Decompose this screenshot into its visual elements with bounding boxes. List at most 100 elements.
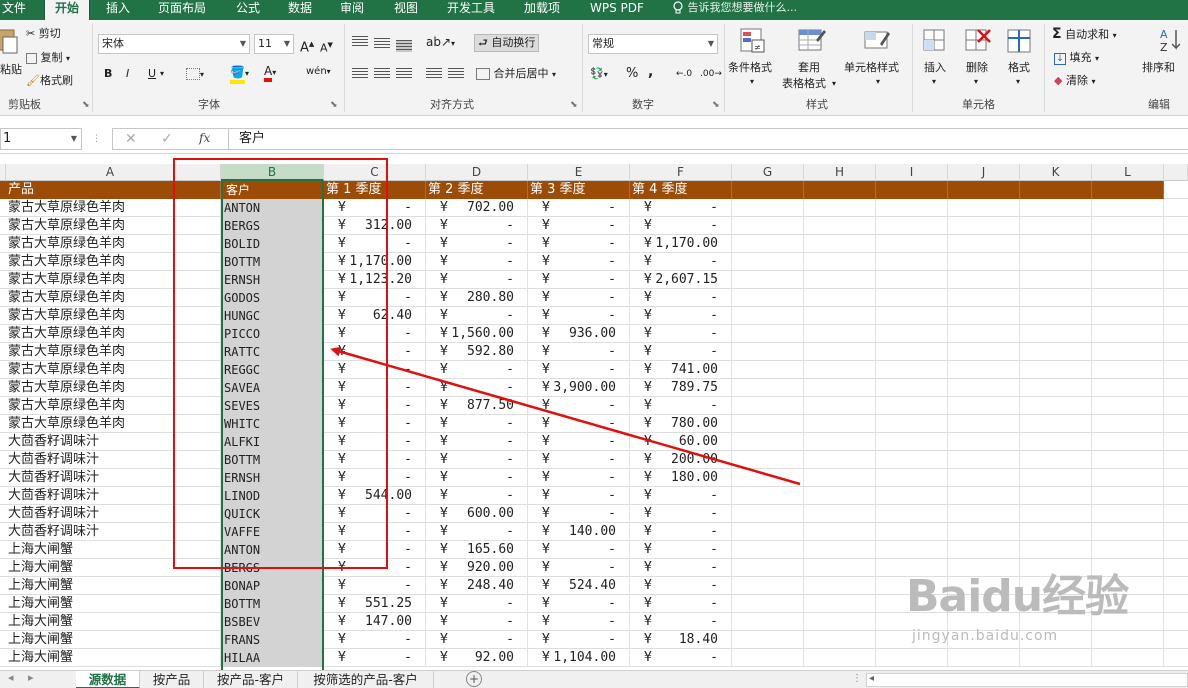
- empty-cell[interactable]: [1092, 217, 1164, 235]
- empty-cell[interactable]: [1020, 487, 1092, 505]
- cell-q4[interactable]: ¥ -: [630, 343, 732, 361]
- cell-q3[interactable]: ¥ -: [528, 541, 630, 559]
- cell-q2[interactable]: ¥ -: [426, 361, 528, 379]
- format-cells-icon[interactable]: [1004, 26, 1034, 56]
- font-name-select[interactable]: 宋体 ▼: [98, 34, 250, 54]
- empty-cell[interactable]: [732, 325, 804, 343]
- empty-cell[interactable]: [876, 199, 948, 217]
- empty-cell[interactable]: [876, 361, 948, 379]
- italic-button[interactable]: I: [126, 66, 129, 82]
- cell-customer[interactable]: REGGC: [221, 361, 324, 379]
- tab-formulas[interactable]: 公式: [236, 0, 266, 20]
- empty-cell[interactable]: [804, 217, 876, 235]
- empty-cell[interactable]: [1020, 199, 1092, 217]
- cell-q2[interactable]: ¥702.00: [426, 199, 528, 217]
- cell-q2[interactable]: ¥ -: [426, 469, 528, 487]
- wrap-text-button[interactable]: ⮐ 自动换行: [474, 34, 540, 52]
- tab-data[interactable]: 数据: [288, 0, 318, 20]
- align-right-icon[interactable]: [396, 68, 412, 80]
- grow-font-button[interactable]: A▲: [300, 36, 314, 56]
- empty-cell[interactable]: [1020, 433, 1092, 451]
- name-box[interactable]: 1 ▼: [0, 128, 82, 150]
- number-format-select[interactable]: 常规 ▼: [588, 34, 718, 54]
- cell-q3[interactable]: ¥ -: [528, 307, 630, 325]
- cell-customer[interactable]: BOTTM: [221, 595, 324, 613]
- cell-q3[interactable]: ¥3,900.00: [528, 379, 630, 397]
- underline-dropdown[interactable]: ▾: [160, 66, 164, 82]
- sheet-tab[interactable]: 按产品: [140, 671, 204, 688]
- empty-cell[interactable]: [948, 253, 1020, 271]
- empty-cell[interactable]: [732, 235, 804, 253]
- cell-product[interactable]: 蒙古大草原绿色羊肉: [0, 217, 221, 235]
- cell-q4[interactable]: ¥18.40: [630, 631, 732, 649]
- empty-cell[interactable]: [948, 577, 1020, 595]
- cell-q4[interactable]: ¥60.00: [630, 433, 732, 451]
- empty-cell[interactable]: [876, 577, 948, 595]
- column-header-a[interactable]: A: [0, 164, 221, 181]
- empty-cell[interactable]: [1020, 505, 1092, 523]
- cell-q1[interactable]: ¥ -: [324, 505, 426, 523]
- empty-cell[interactable]: [804, 343, 876, 361]
- cell-q2[interactable]: ¥ -: [426, 487, 528, 505]
- spreadsheet-grid[interactable]: ABCDEFGHIJKL 产品 客户第 1 季度 第 2 季度 第 3 季度 第 4 季…: [0, 164, 1188, 670]
- delete-cells-icon[interactable]: [962, 26, 992, 56]
- empty-cell[interactable]: [948, 541, 1020, 559]
- cell-product[interactable]: 大茴香籽调味汁: [0, 523, 221, 541]
- empty-cell[interactable]: [804, 541, 876, 559]
- cell-q1[interactable]: ¥ -: [324, 631, 426, 649]
- cell-q1[interactable]: ¥ -: [324, 235, 426, 253]
- cell-q4[interactable]: ¥ -: [630, 577, 732, 595]
- empty-cell[interactable]: [732, 505, 804, 523]
- cell-customer[interactable]: BERGS: [221, 217, 324, 235]
- empty-cell[interactable]: [948, 289, 1020, 307]
- cell-q3[interactable]: ¥ -: [528, 199, 630, 217]
- cell-q2[interactable]: ¥877.50: [426, 397, 528, 415]
- cell-customer[interactable]: BOTTM: [221, 451, 324, 469]
- empty-cell[interactable]: [1020, 613, 1092, 631]
- empty-cell[interactable]: [1092, 325, 1164, 343]
- empty-cell[interactable]: [1092, 559, 1164, 577]
- cell-customer[interactable]: BSBEV: [221, 613, 324, 631]
- empty-cell[interactable]: [1092, 379, 1164, 397]
- cell-product[interactable]: 蒙古大草原绿色羊肉: [0, 379, 221, 397]
- empty-cell[interactable]: [948, 631, 1020, 649]
- empty-cell[interactable]: [948, 469, 1020, 487]
- empty-cell[interactable]: [804, 397, 876, 415]
- fill-button[interactable]: ↓ 填充 ▾: [1054, 50, 1099, 67]
- empty-cell[interactable]: [1092, 541, 1164, 559]
- sheet-tab[interactable]: 源数据: [76, 671, 140, 688]
- cell-q2[interactable]: ¥ -: [426, 217, 528, 235]
- cell-customer[interactable]: LINOD: [221, 487, 324, 505]
- header-q3[interactable]: 第 3 季度: [528, 181, 630, 199]
- cell-customer[interactable]: ERNSH: [221, 271, 324, 289]
- empty-cell[interactable]: [876, 271, 948, 289]
- header-q4[interactable]: 第 4 季度: [630, 181, 732, 199]
- cell-customer[interactable]: SAVEA: [221, 379, 324, 397]
- cell-customer[interactable]: ERNSH: [221, 469, 324, 487]
- sheet-tab[interactable]: 按产品-客户: [204, 671, 298, 688]
- sheet-tab[interactable]: 按筛选的产品-客户: [298, 671, 434, 688]
- empty-cell[interactable]: [1092, 649, 1164, 667]
- align-top-icon[interactable]: [352, 36, 368, 48]
- cell-q2[interactable]: ¥ -: [426, 271, 528, 289]
- font-size-select[interactable]: 11 ▼: [254, 34, 294, 54]
- empty-cell[interactable]: [948, 613, 1020, 631]
- empty-cell[interactable]: [804, 613, 876, 631]
- empty-cell[interactable]: [1092, 595, 1164, 613]
- empty-cell[interactable]: [1092, 613, 1164, 631]
- shrink-font-button[interactable]: A▼: [320, 37, 333, 57]
- cell-q4[interactable]: ¥ -: [630, 559, 732, 577]
- empty-cell[interactable]: [1020, 523, 1092, 541]
- empty-cell[interactable]: [948, 181, 1020, 199]
- cell-q4[interactable]: ¥ -: [630, 541, 732, 559]
- cell-q1[interactable]: ¥ -: [324, 289, 426, 307]
- table-format-dropdown[interactable]: ▾: [832, 76, 836, 92]
- cell-product[interactable]: 蒙古大草原绿色羊肉: [0, 361, 221, 379]
- cell-q2[interactable]: ¥ -: [426, 631, 528, 649]
- cell-q3[interactable]: ¥ -: [528, 343, 630, 361]
- cell-q4[interactable]: ¥ -: [630, 487, 732, 505]
- cell-q4[interactable]: ¥ -: [630, 199, 732, 217]
- empty-cell[interactable]: [1092, 343, 1164, 361]
- empty-cell[interactable]: [948, 433, 1020, 451]
- cell-q1[interactable]: ¥ -: [324, 433, 426, 451]
